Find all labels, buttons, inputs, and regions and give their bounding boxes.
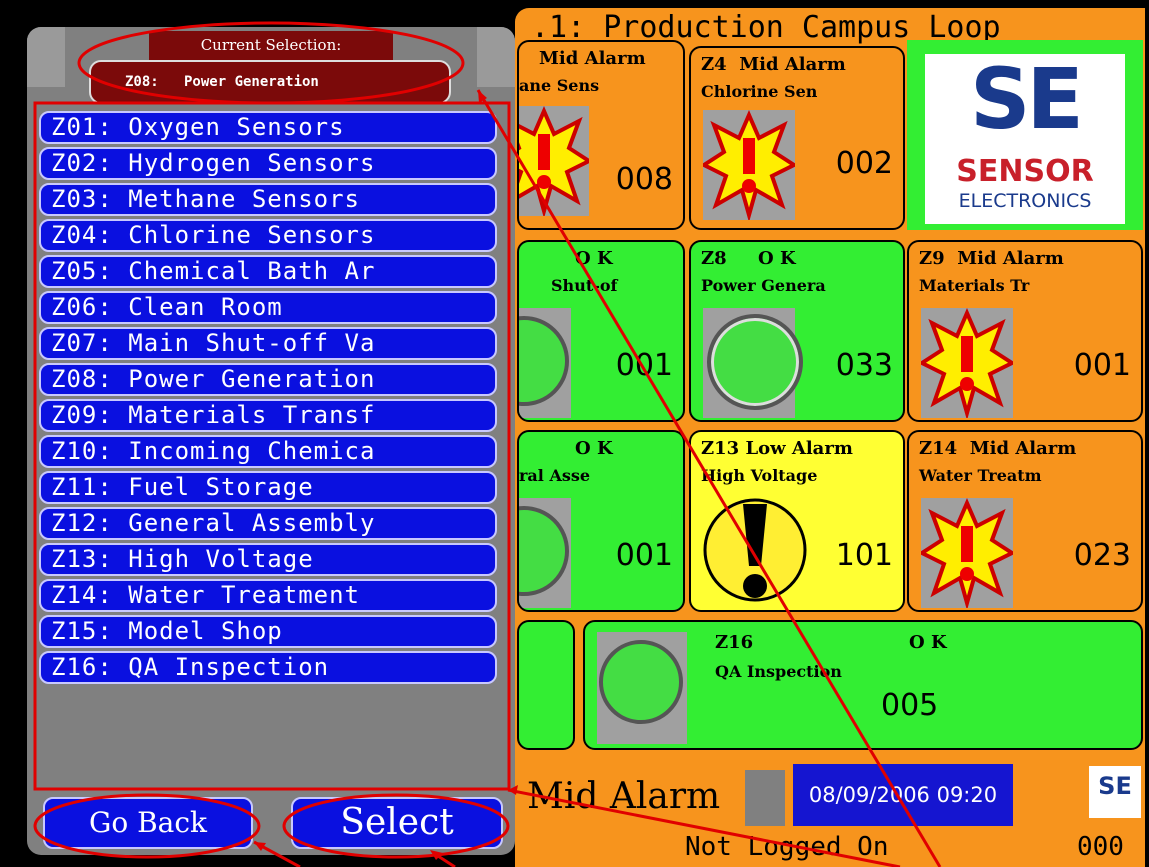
select-button[interactable]: Select — [291, 797, 503, 849]
zone-list-item-z07[interactable]: Z07: Main Shut-off Va — [39, 327, 497, 360]
zone-tile-z12[interactable]: O K ral Asse 001 — [517, 430, 685, 612]
current-selection-value: Z08: Power Generation — [89, 60, 451, 104]
zone-list-item-z04[interactable]: Z04: Chlorine Sensors — [39, 219, 497, 252]
zone-tile-z14[interactable]: Z14 Mid Alarm Water Treatm 023 — [907, 430, 1143, 612]
zone-tile-status: Z9 Mid Alarm — [919, 248, 1064, 269]
zone-tile-name: QA Inspection — [715, 662, 842, 681]
green-circle-icon — [519, 308, 571, 418]
logo-electronics-text: ELECTRONICS — [958, 190, 1092, 212]
zone-tile-name: ral Asse — [519, 466, 591, 485]
panel-corner — [27, 27, 65, 87]
zone-tile-name: Power Genera — [701, 276, 826, 295]
zone-tile-name: Shut-of — [551, 276, 618, 295]
zone-list-item-z16[interactable]: Z16: QA Inspection — [39, 651, 497, 684]
zone-tile-name: Chlorine Sen — [701, 82, 818, 101]
zone-list-item-z06[interactable]: Z06: Clean Room — [39, 291, 497, 324]
zone-tile-status: O K — [575, 438, 613, 459]
green-circle-icon — [597, 632, 687, 744]
zone-tile-count: 023 — [1073, 538, 1131, 573]
zone-tile-name: ane Sens — [519, 76, 600, 95]
zone-tile-status: Z14 Mid Alarm — [919, 438, 1077, 459]
zone-list-item-z03[interactable]: Z03: Methane Sensors — [39, 183, 497, 216]
zone-list-item-z08[interactable]: Z08: Power Generation — [39, 363, 497, 396]
zone-list-item-z02[interactable]: Z02: Hydrogen Sensors — [39, 147, 497, 180]
hmi-screen: .1: Production Campus Loop Mid Alarm ane… — [515, 0, 1149, 867]
zone-tile-status: O K — [575, 248, 613, 269]
logo-panel: SE SENSOR ELECTRONICS — [925, 54, 1125, 224]
zone-tile-status: Z8 O K — [701, 248, 796, 269]
datetime-display: 08/09/2006 09:20 — [793, 764, 1013, 826]
zone-tile-z7[interactable]: O K Shut-of 001 — [517, 240, 685, 422]
zone-tile-z8[interactable]: Z8 O K Power Genera 033 — [689, 240, 905, 422]
zone-tile-count: 101 — [835, 538, 893, 573]
callout-line — [437, 854, 456, 867]
go-back-button[interactable]: Go Back — [43, 797, 253, 849]
zone-tile-count: 005 — [881, 688, 939, 723]
zone-tile-name: Water Treatm — [919, 466, 1042, 485]
zone-list-item-z13[interactable]: Z13: High Voltage — [39, 543, 497, 576]
logo-se-text: SE — [970, 50, 1084, 148]
zone-tile-z13[interactable]: Z13 Low Alarm High Voltage 101 — [689, 430, 905, 612]
zone-selection-panel: Current Selection: Z08: Power Generation… — [27, 27, 515, 855]
exclamation-circle-icon — [703, 498, 807, 602]
zone-tile-name: Materials Tr — [919, 276, 1030, 295]
zone-list-item-z10[interactable]: Z10: Incoming Chemica — [39, 435, 497, 468]
zone-tile-status: O K — [909, 632, 947, 653]
status-bar: Mid Alarm 08/09/2006 09:20 SE Not Logged… — [515, 756, 1145, 867]
zone-tile-z15[interactable] — [517, 620, 575, 750]
zone-list-item-z15[interactable]: Z15: Model Shop — [39, 615, 497, 648]
zone-tile-count: 001 — [615, 348, 673, 383]
zone-tile-count: 001 — [1073, 348, 1131, 383]
zone-list-item-z12[interactable]: Z12: General Assembly — [39, 507, 497, 540]
status-indicator — [745, 770, 785, 826]
green-circle-icon — [703, 308, 803, 418]
zone-tile-count: 033 — [835, 348, 893, 383]
alarm-status-text: Mid Alarm — [527, 776, 721, 817]
zone-tile-name: High Voltage — [701, 466, 818, 485]
zone-list-item-z11[interactable]: Z11: Fuel Storage — [39, 471, 497, 504]
panel-corner — [477, 27, 515, 87]
zone-tile-status: Mid Alarm — [539, 48, 646, 69]
zone-tile-z16[interactable]: Z16 O K QA Inspection 005 — [583, 620, 1143, 750]
alarm-burst-icon — [921, 308, 1013, 418]
alarm-burst-icon — [519, 106, 589, 216]
se-logo-icon: SE — [1089, 766, 1141, 818]
alarm-burst-icon — [703, 110, 795, 220]
logo-sensor-text: SENSOR — [956, 154, 1094, 189]
login-status[interactable]: Not Logged On — [685, 832, 889, 862]
zone-list-item-z05[interactable]: Z05: Chemical Bath Ar — [39, 255, 497, 288]
user-code: 000 — [1077, 832, 1124, 862]
zone-list-item-z09[interactable]: Z09: Materials Transf — [39, 399, 497, 432]
zone-tile-z4[interactable]: Z4 Mid Alarm Chlorine Sen 002 — [689, 46, 905, 230]
sensor-electronics-logo: SE SENSOR ELECTRONICS — [907, 40, 1143, 230]
zone-tile-count: 002 — [835, 146, 893, 181]
green-circle-icon — [519, 498, 571, 608]
zone-tile-status: Z13 Low Alarm — [701, 438, 853, 459]
zone-tile-z3[interactable]: Mid Alarm ane Sens 008 — [517, 40, 685, 230]
zone-tile-id: Z16 — [715, 632, 754, 653]
zone-tile-count: 008 — [615, 162, 673, 197]
zone-tile-count: 001 — [615, 538, 673, 573]
zone-tile-z9[interactable]: Z9 Mid Alarm Materials Tr 001 — [907, 240, 1143, 422]
current-selection-label: Current Selection: — [149, 31, 393, 61]
zone-list-item-z14[interactable]: Z14: Water Treatment — [39, 579, 497, 612]
zone-tile-status: Z4 Mid Alarm — [701, 54, 846, 75]
zone-list-item-z01[interactable]: Z01: Oxygen Sensors — [39, 111, 497, 144]
alarm-burst-icon — [921, 498, 1013, 608]
